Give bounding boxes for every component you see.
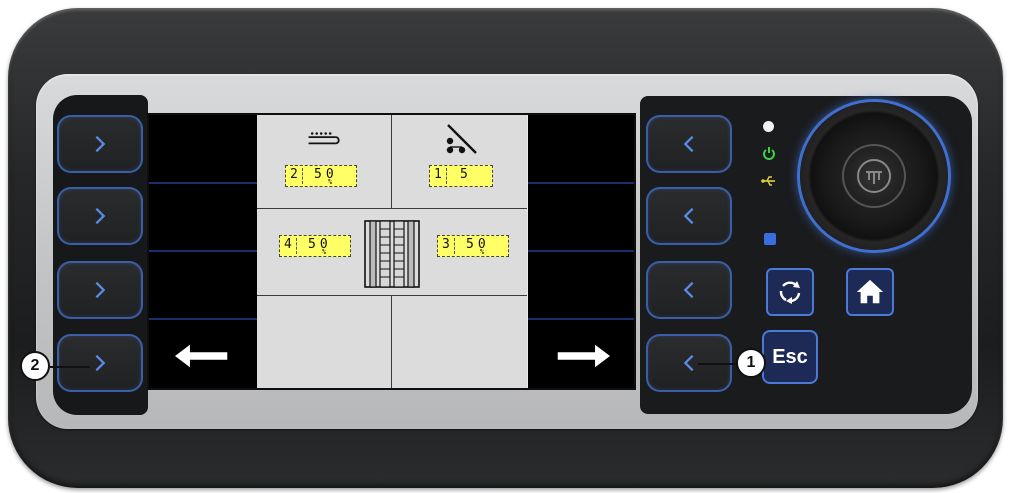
power-led	[763, 121, 774, 132]
value-index: 4	[284, 237, 292, 252]
value-box[interactable]: 4 50 %	[279, 235, 351, 257]
rotate-button[interactable]	[766, 268, 814, 316]
arrow-right-icon	[557, 344, 610, 368]
power-icon	[763, 147, 775, 160]
callout-line	[50, 366, 90, 368]
screen-softkey-slot-right-3	[528, 252, 634, 320]
chevron-left-icon	[683, 281, 694, 299]
value-index: 1	[434, 167, 442, 182]
spread-angle-icon	[446, 124, 477, 154]
value-number: 5	[460, 167, 468, 182]
brand-logo-icon	[842, 144, 906, 208]
left-softkey-4[interactable]	[57, 334, 143, 392]
display-screen: 2 50 % 1 5 4 50 % 3 50 %	[147, 113, 636, 390]
right-softkey-2[interactable]	[646, 187, 732, 245]
grid-divider	[391, 295, 392, 388]
parameter-grid: 2 50 % 1 5 4 50 % 3 50 %	[257, 115, 527, 388]
left-softkey-3[interactable]	[57, 261, 143, 319]
value-separator	[446, 168, 447, 184]
value-box[interactable]: 3 50 %	[437, 235, 509, 257]
value-unit: %	[328, 178, 333, 186]
chevron-right-icon	[95, 354, 106, 372]
esc-button[interactable]: Esc	[762, 330, 818, 384]
home-button[interactable]	[846, 268, 894, 316]
screen-softkey-slot-left-3	[149, 252, 257, 320]
value-separator	[296, 238, 297, 254]
right-softkey-3[interactable]	[646, 261, 732, 319]
grid-divider	[257, 208, 527, 209]
spreader-discs-icon	[364, 220, 420, 288]
rotate-arrows-icon	[779, 281, 801, 304]
chevron-right-icon	[95, 281, 106, 299]
chevron-right-icon	[95, 207, 106, 225]
left-softkey-2[interactable]	[57, 187, 143, 245]
chevron-left-icon	[683, 135, 694, 153]
rotary-knob[interactable]	[800, 102, 948, 250]
value-separator	[454, 238, 455, 254]
callout-line	[698, 363, 738, 365]
chevron-left-icon	[683, 207, 694, 225]
screen-softkey-slot-right-2	[528, 184, 634, 252]
screen-softkey-slot-right-4[interactable]	[528, 320, 634, 388]
value-number: 50	[466, 237, 490, 252]
chevron-right-icon	[95, 135, 106, 153]
callout-1: 1	[736, 348, 766, 378]
screen-softkey-slot-left-1	[149, 115, 257, 184]
value-separator	[302, 168, 303, 184]
grid-divider	[257, 295, 527, 296]
screen-softkey-slot-right-1	[528, 115, 634, 184]
value-box[interactable]: 2 50 %	[285, 165, 357, 187]
usb-icon	[761, 176, 775, 186]
left-softkey-1[interactable]	[57, 115, 143, 173]
value-number: 50	[308, 237, 332, 252]
status-led-blue	[764, 233, 776, 245]
home-icon	[856, 279, 884, 304]
arrow-left-icon	[175, 344, 228, 368]
value-number: 50	[314, 167, 338, 182]
screen-softkey-slot-left-2	[149, 184, 257, 252]
screen-softkey-slot-left-4[interactable]	[149, 320, 257, 388]
value-box[interactable]: 1 5	[429, 165, 493, 187]
value-unit: %	[322, 248, 327, 256]
conveyor-belt-icon	[308, 132, 340, 145]
value-index: 2	[290, 167, 298, 182]
value-unit: %	[480, 248, 485, 256]
chevron-left-icon	[683, 354, 694, 372]
grid-divider	[391, 115, 392, 208]
right-softkey-1[interactable]	[646, 115, 732, 173]
callout-2: 2	[20, 351, 50, 381]
value-index: 3	[442, 237, 450, 252]
